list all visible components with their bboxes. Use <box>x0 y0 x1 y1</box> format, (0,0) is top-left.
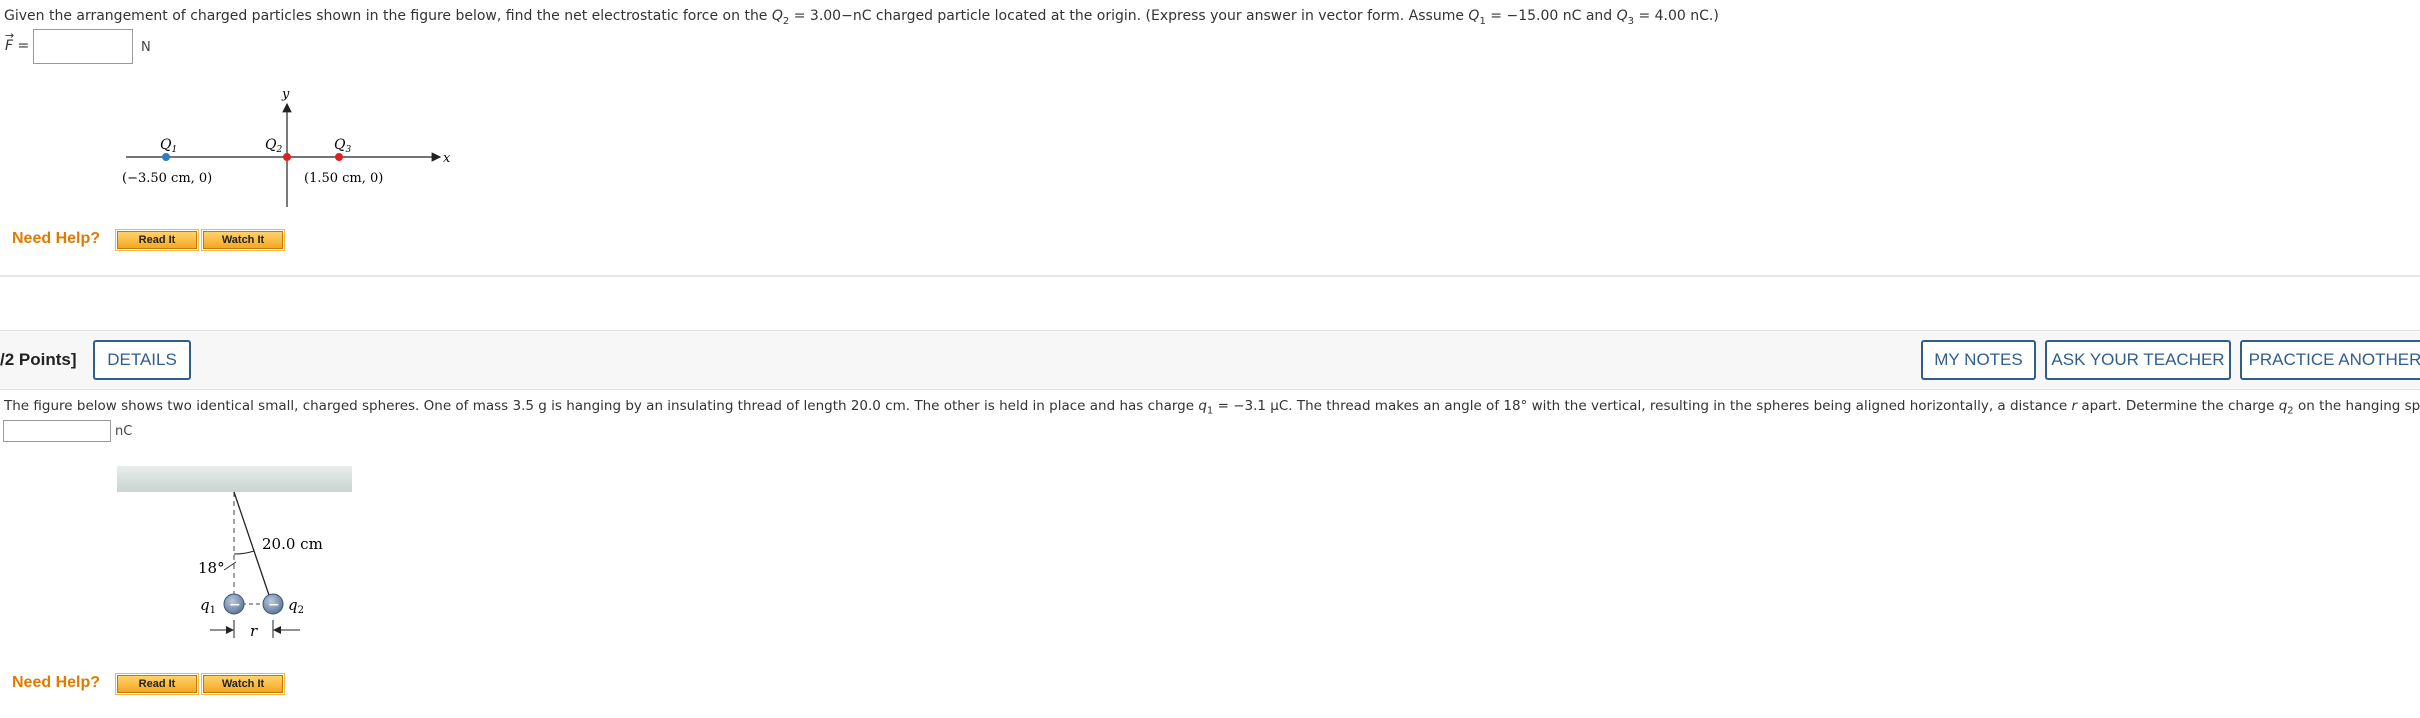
angle-label: 18° <box>198 559 225 577</box>
sphere-q1-label: q1 <box>200 596 216 616</box>
my-notes-button[interactable]: MY NOTES <box>1921 340 2036 380</box>
details-button[interactable]: DETAILS <box>93 340 191 380</box>
charge-q1-label: Q1 <box>160 137 177 155</box>
sphere-q1-sign: − <box>229 597 241 613</box>
r-label: r <box>250 622 258 640</box>
vector-arrow-icon: → <box>5 29 15 42</box>
charge-q3-coordinate: (1.50 cm, 0) <box>304 171 383 186</box>
force-unit: N <box>141 40 151 55</box>
charge-q2-label: Q2 <box>265 137 282 155</box>
need-help-label-1: Need Help? <box>12 230 101 247</box>
sphere-q2-label: q2 <box>288 596 304 616</box>
ask-your-teacher-button[interactable]: ASK YOUR TEACHER <box>2045 340 2231 380</box>
question-2-text: The figure below shows two identical sma… <box>4 398 2420 417</box>
charge-q1-coordinate: (−3.50 cm, 0) <box>122 171 212 186</box>
force-answer-input[interactable] <box>33 29 133 64</box>
points-label: /2 Points] <box>0 350 77 369</box>
ceiling <box>117 466 352 492</box>
sphere-q2-sign: − <box>268 597 280 613</box>
charge-q2-dot <box>283 153 291 161</box>
read-it-button-2[interactable]: Read It <box>115 673 199 695</box>
charge-arrangement-figure: y x Q1 Q2 Q3 (−3.50 cm, 0) (1.50 cm, 0) <box>122 87 451 207</box>
read-it-button-1[interactable]: Read It <box>115 229 199 251</box>
watch-it-button-1[interactable]: Watch It <box>201 229 285 251</box>
watch-it-button-2[interactable]: Watch It <box>201 673 285 695</box>
question-separator <box>0 275 2420 277</box>
force-vector-label: → F = <box>5 29 30 54</box>
y-axis-label: y <box>281 87 290 102</box>
charge-q1-dot <box>162 153 170 161</box>
practice-another-button[interactable]: PRACTICE ANOTHER <box>2240 340 2420 380</box>
hanging-spheres-figure: − − 20.0 cm 18° q1 q2 r <box>117 466 352 640</box>
need-help-label-2: Need Help? <box>12 674 101 691</box>
charge-q3-dot <box>335 153 343 161</box>
charge-answer-input[interactable] <box>3 420 111 442</box>
question-1-text: Given the arrangement of charged particl… <box>4 8 1719 27</box>
thread-length-label: 20.0 cm <box>262 535 323 553</box>
x-axis-label: x <box>443 151 451 166</box>
charge-unit: nC <box>115 424 133 439</box>
charge-q3-label: Q3 <box>334 137 351 155</box>
angle-arc <box>233 550 255 555</box>
